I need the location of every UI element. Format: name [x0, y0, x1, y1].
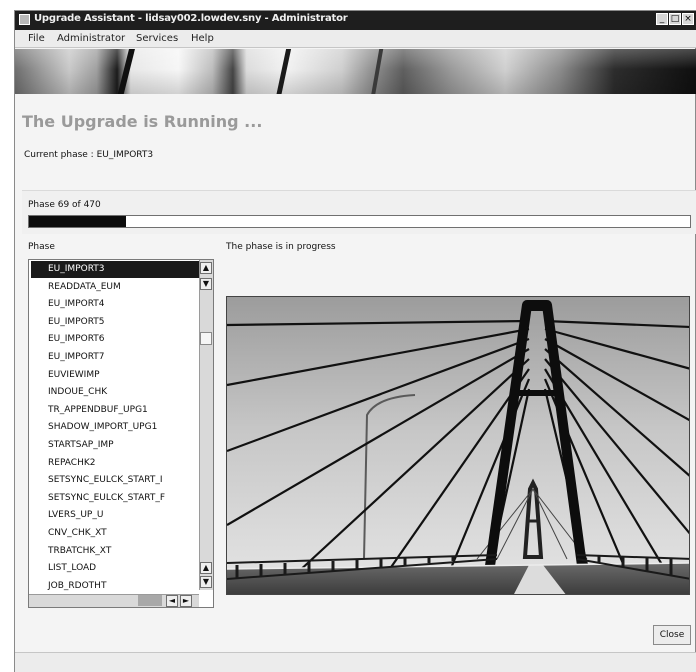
phase-list[interactable]: EU_IMPORT3 READDATA_EUM EU_IMPORT4 EU_IMPOR… — [28, 259, 214, 608]
list-item[interactable]: EU_IMPORT5 — [31, 314, 199, 331]
vertical-scroll-thumb[interactable] — [200, 332, 212, 345]
menu-file[interactable]: File — [28, 33, 45, 44]
phase-list-header: Phase — [28, 242, 55, 252]
scroll-down-arrow-icon[interactable]: ▼ — [200, 278, 212, 290]
list-item[interactable]: EU_IMPORT6 — [31, 331, 199, 348]
progress-bar — [28, 215, 691, 228]
bridge-photo — [226, 296, 690, 595]
list-item[interactable]: CNV_CHK_XT — [31, 525, 199, 542]
horizontal-scroll-thumb[interactable] — [138, 595, 162, 606]
close-button[interactable]: Close — [653, 625, 691, 645]
list-item[interactable]: EUVIEWIMP — [31, 367, 199, 384]
close-window-button[interactable]: × — [682, 13, 694, 25]
minimize-button[interactable]: _ — [656, 13, 668, 25]
list-item[interactable]: LVERS_UP_U — [31, 507, 199, 524]
list-item[interactable]: SETSYNC_EULCK_START_I — [31, 472, 199, 489]
scroll-right-arrow-icon[interactable]: ► — [180, 595, 192, 607]
maximize-button[interactable]: □ — [669, 13, 681, 25]
page-title: The Upgrade is Running ... — [22, 112, 263, 131]
current-phase-label: Current phase : EU_IMPORT3 — [24, 150, 154, 160]
list-item-selected[interactable]: EU_IMPORT3 — [31, 261, 199, 278]
header-banner — [15, 49, 696, 94]
scroll-up-arrow-icon[interactable]: ▲ — [200, 262, 212, 274]
window-title: Upgrade Assistant - lidsay002.lowdev.sny… — [34, 13, 348, 24]
phase-count-label: Phase 69 of 470 — [28, 200, 101, 210]
list-item[interactable]: TR_APPENDBUF_UPG1 — [31, 402, 199, 419]
list-item[interactable]: INDOUE_CHK — [31, 384, 199, 401]
menu-services[interactable]: Services — [136, 33, 178, 44]
list-item[interactable]: SHADOW_IMPORT_UPG1 — [31, 419, 199, 436]
scroll-down-arrow-icon[interactable]: ▼ — [200, 576, 212, 588]
phase-list-vertical-scrollbar[interactable] — [199, 260, 213, 590]
list-item[interactable]: READDATA_EUM — [31, 279, 199, 296]
menu-administrator[interactable]: Administrator — [57, 33, 125, 44]
list-item[interactable]: EU_IMPORT7 — [31, 349, 199, 366]
scroll-left-arrow-icon[interactable]: ◄ — [166, 595, 178, 607]
progress-bar-fill — [29, 216, 126, 227]
list-item[interactable]: EU_IMPORT4 — [31, 296, 199, 313]
list-item[interactable]: JOB_RDOTHT — [31, 578, 199, 595]
list-item[interactable]: SETSYNC_EULCK_START_F — [31, 490, 199, 507]
menu-help[interactable]: Help — [191, 33, 214, 44]
phase-status-text: The phase is in progress — [226, 242, 336, 252]
status-bar — [15, 652, 696, 672]
list-item[interactable]: LIST_LOAD — [31, 560, 199, 577]
list-item[interactable]: STARTSAP_IMP — [31, 437, 199, 454]
list-item[interactable]: REPACHK2 — [31, 455, 199, 472]
list-item[interactable]: TRBATCHK_XT — [31, 543, 199, 560]
app-icon — [19, 14, 30, 25]
scroll-up-arrow-icon[interactable]: ▲ — [200, 562, 212, 574]
